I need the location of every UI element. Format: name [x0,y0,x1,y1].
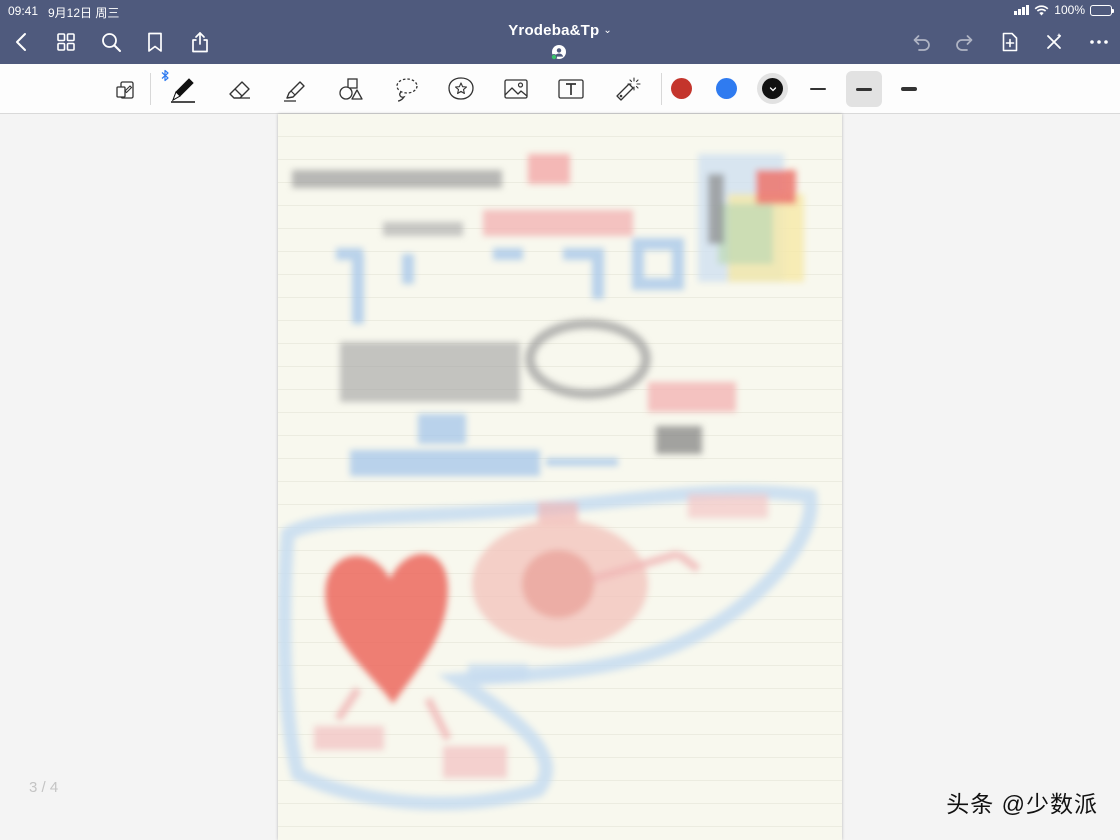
stroke-medium-icon [856,87,872,91]
collaboration-icon[interactable] [551,44,567,60]
color-swatch-red[interactable] [671,78,692,99]
chevron-left-icon [16,33,26,51]
eraser-tool[interactable] [222,71,258,107]
status-date: 9月12日 周三 [48,6,120,20]
bookmark-button[interactable] [141,28,169,56]
text-tool[interactable] [553,71,589,107]
bluetooth-icon [161,69,169,82]
watermark: 头条 @少数派 [946,791,1098,817]
document-title-menu[interactable]: Yrodeba&Tp ⌄ [460,22,660,60]
share-button[interactable] [186,28,214,56]
laser-pointer-icon [616,77,641,101]
scribble-heading [292,170,502,188]
status-indicators: 100% [1014,3,1114,17]
wifi-icon [1034,4,1049,15]
cellular-signal-icon [1014,5,1030,15]
note-page-canvas[interactable] [278,114,842,840]
pixelated-sketch-content [278,154,818,811]
lasso-tool[interactable] [388,71,424,107]
bookmark-icon [148,32,162,52]
tool-bar [0,64,1120,114]
close-icon [1047,33,1062,49]
add-page-button[interactable] [996,28,1024,56]
stroke-thick[interactable] [891,71,927,107]
thumbnails-grid-icon [57,33,75,51]
lasso-icon [396,78,418,102]
toolbar-divider [661,73,662,105]
sticky-note-green [718,204,773,264]
scribble-pink-mark [528,154,570,184]
more-icon [1090,40,1108,44]
stroke-thin[interactable] [800,71,836,107]
scribble-blue-underline [350,450,540,476]
color-swatch-black [762,78,783,99]
battery-percentage: 100% [1054,3,1085,17]
redo-button[interactable] [951,28,979,56]
sticky-note-writing [708,174,724,244]
color-swatch-blue[interactable] [716,78,737,99]
scribble-blue-row [336,238,684,324]
drawing-inner-circle [522,550,594,618]
scribble-label-left [314,726,384,750]
shapes-tool[interactable] [332,71,368,107]
shapes-icon [339,78,363,100]
scribble-loop [525,319,651,399]
chevron-down-icon [769,86,776,91]
image-tool[interactable] [498,71,534,107]
text-icon [558,79,584,99]
close-editing-button[interactable] [1040,28,1068,56]
color-swatch-black-selected[interactable] [757,73,788,104]
status-time: 09:41 [8,4,39,18]
top-bar: 09:41 9月12日 周三 100% Yrodeba&Tp ⌄ [0,0,1120,64]
drawing-heart [325,553,448,704]
elements-tool[interactable] [443,71,479,107]
highlighter-tool[interactable] [277,71,313,107]
battery-icon [1090,4,1114,16]
search-icon [102,33,121,52]
scribble-label-right [443,746,507,778]
scribble-small-dark [656,426,702,454]
search-button[interactable] [97,28,125,56]
undo-button[interactable] [907,28,935,56]
pen-icon [171,78,195,103]
read-only-toggle[interactable] [109,71,145,107]
scribble-big-word [340,342,520,402]
stroke-thick-icon [901,86,917,92]
scribble-line-2 [383,222,463,236]
page-indicator: 3 / 4 [29,779,59,796]
image-icon [504,79,528,99]
scribble-pink-label [688,494,768,518]
more-button[interactable] [1085,28,1113,56]
scribble-pink-line [483,210,633,236]
toolbar-divider [150,73,151,105]
elements-icon [448,77,474,100]
add-page-icon [1002,32,1018,52]
scribble-pink-note [648,382,736,412]
eraser-icon [229,81,250,99]
chevron-down-icon: ⌄ [603,25,612,36]
laser-pointer-tool[interactable] [609,71,645,107]
read-only-icon [116,81,134,99]
document-title: Yrodeba&Tp [508,22,600,39]
sticky-note-red [756,170,796,204]
thumbnails-button[interactable] [52,28,80,56]
handwritten-sketch-drawing [278,154,818,811]
share-icon [192,32,208,53]
scribble-blue-box [418,414,466,444]
stroke-medium-selected[interactable] [846,71,882,107]
back-button[interactable] [8,28,36,56]
redo-icon [956,35,973,51]
scribble-blue-mark [468,664,528,682]
undo-icon [913,35,930,51]
stroke-thin-icon [810,88,826,90]
highlighter-icon [284,81,305,102]
